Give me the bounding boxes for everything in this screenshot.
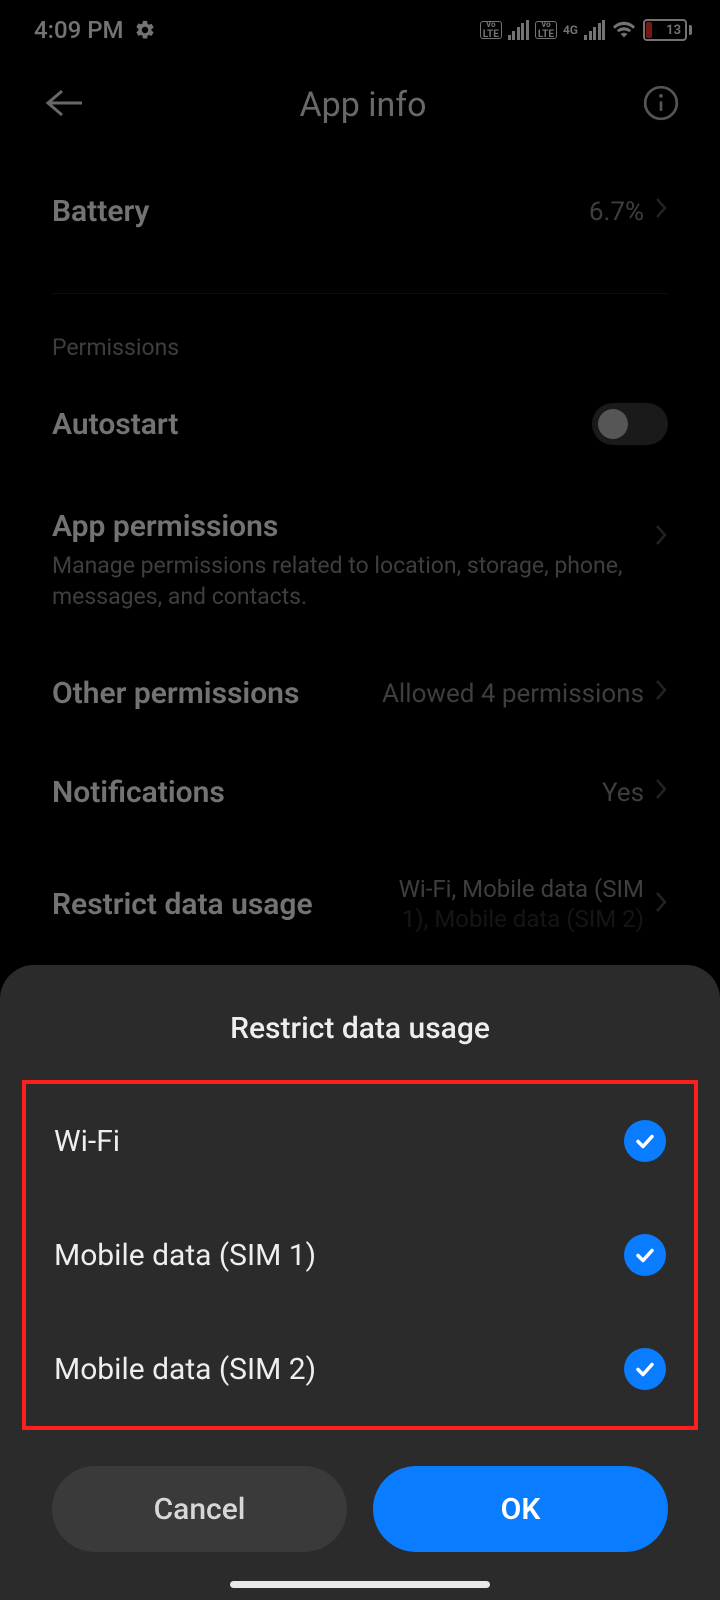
dialog-title: Restrict data usage [0,965,720,1080]
signal-bars-icon [508,20,529,40]
option-sim2-label: Mobile data (SIM 2) [54,1352,316,1387]
row-battery[interactable]: Battery 6.7% [52,150,668,273]
option-wifi[interactable]: Wi-Fi [36,1084,684,1198]
back-icon[interactable] [44,87,84,123]
row-autostart[interactable]: Autostart [52,371,668,477]
other-permissions-label: Other permissions [52,676,299,711]
other-permissions-value: Allowed 4 permissions [382,679,644,709]
notifications-label: Notifications [52,775,225,810]
chevron-right-icon [654,196,668,227]
row-app-permissions[interactable]: App permissions Manage permissions relat… [52,477,668,644]
chevron-right-icon [654,890,668,918]
row-restrict-data[interactable]: Restrict data usage Wi-Fi, Mobile data (… [52,842,668,934]
network-type: 4G [563,25,578,36]
volte-icon: VoLTE [480,21,502,39]
signal-bars-icon-2 [584,20,605,40]
autostart-toggle[interactable] [592,403,668,445]
info-icon[interactable] [642,84,680,126]
status-bar: 4:09 PM VoLTE VoLTE 4G 13 [0,0,720,60]
page-title: App info [84,85,642,125]
section-permissions: Permissions [52,294,668,371]
app-header: App info [0,60,720,150]
app-permissions-desc: Manage permissions related to location, … [52,550,634,612]
chevron-right-icon [654,523,668,551]
option-wifi-label: Wi-Fi [54,1124,120,1159]
option-sim1-label: Mobile data (SIM 1) [54,1238,316,1273]
restrict-label: Restrict data usage [52,887,313,922]
notifications-value: Yes [602,778,644,808]
battery-label: Battery [52,194,149,229]
highlighted-options-box: Wi-Fi Mobile data (SIM 1) Mobile data (S… [22,1080,698,1430]
row-other-permissions[interactable]: Other permissions Allowed 4 permissions [52,644,668,743]
battery-value: 6.7% [589,197,644,227]
checkbox-checked-icon[interactable] [624,1120,666,1162]
autostart-label: Autostart [52,407,179,442]
app-permissions-label: App permissions [52,509,634,544]
row-notifications[interactable]: Notifications Yes [52,743,668,842]
checkbox-checked-icon[interactable] [624,1348,666,1390]
wifi-icon [611,19,637,41]
gear-icon [134,19,156,41]
restrict-value-1: Wi-Fi, Mobile data (SIM [399,874,644,904]
restrict-data-dialog: Restrict data usage Wi-Fi Mobile data (S… [0,965,720,1600]
volte-icon-2: VoLTE [535,21,557,39]
ok-button[interactable]: OK [373,1466,668,1552]
battery-icon: 13 [643,19,692,41]
option-sim1[interactable]: Mobile data (SIM 1) [36,1198,684,1312]
chevron-right-icon [654,678,668,709]
restrict-value-2: 1), Mobile data (SIM 2) [399,904,644,934]
home-indicator[interactable] [230,1581,490,1588]
chevron-right-icon [654,777,668,808]
status-time: 4:09 PM [34,16,124,44]
cancel-button[interactable]: Cancel [52,1466,347,1552]
checkbox-checked-icon[interactable] [624,1234,666,1276]
option-sim2[interactable]: Mobile data (SIM 2) [36,1312,684,1426]
